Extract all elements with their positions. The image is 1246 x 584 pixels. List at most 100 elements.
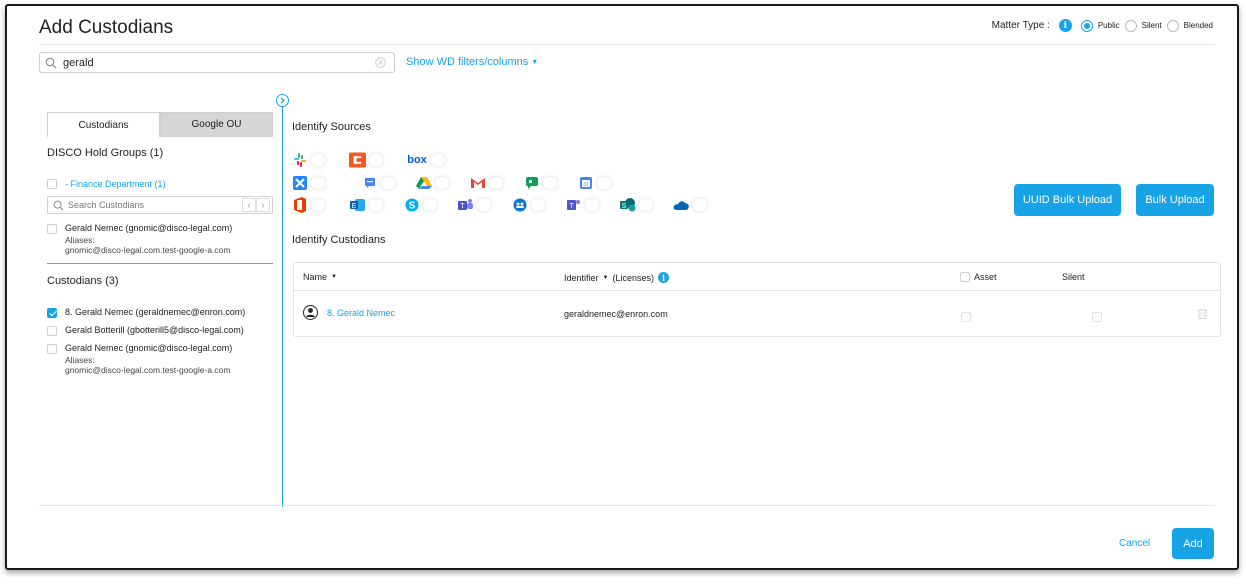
custodian-item[interactable]: 8. Gerald Nemec (geraldnemec@enron.com) bbox=[47, 307, 245, 318]
collapse-panel-button[interactable] bbox=[276, 94, 289, 107]
source-google-calendar[interactable]: 31 bbox=[577, 176, 612, 190]
row-asset-checkbox[interactable] bbox=[961, 312, 971, 322]
table-header-divider bbox=[294, 290, 1220, 291]
header-identifier[interactable]: Identifier ▼ (Licenses) i bbox=[564, 272, 669, 283]
row-identifier: geraldnemec@enron.com bbox=[564, 309, 668, 319]
group-checkbox[interactable] bbox=[47, 179, 57, 189]
slack-icon bbox=[291, 153, 308, 167]
header-name[interactable]: Name ▼ bbox=[303, 272, 337, 282]
teams-chat-toggle[interactable] bbox=[584, 198, 600, 212]
source-onedrive[interactable] bbox=[673, 198, 708, 212]
sharepoint-toggle[interactable] bbox=[638, 198, 654, 212]
row-name-link[interactable]: 8. Gerald Nemec bbox=[327, 308, 395, 318]
radio-public[interactable] bbox=[1080, 19, 1093, 32]
slack-toggle[interactable] bbox=[310, 153, 326, 167]
search-custodians-field[interactable]: Search Custodians ‹ › bbox=[47, 196, 273, 214]
source-gmail[interactable] bbox=[469, 176, 504, 190]
google-hangouts-toggle[interactable] bbox=[542, 176, 558, 190]
custodian-item[interactable]: Gerald Nemec (gnomic@disco-legal.com) Al… bbox=[47, 343, 232, 375]
left-divider bbox=[47, 263, 273, 264]
source-box[interactable]: box bbox=[406, 153, 446, 167]
add-button[interactable]: Add bbox=[1172, 528, 1214, 559]
asset-select-all-checkbox[interactable] bbox=[960, 272, 970, 282]
teams-toggle[interactable] bbox=[476, 198, 492, 212]
source-google-chat[interactable] bbox=[361, 176, 396, 190]
source-skype[interactable]: S bbox=[403, 198, 438, 212]
custodians-table: Name ▼ Identifier ▼ (Licenses) i Asset S… bbox=[293, 262, 1221, 337]
source-exchange[interactable]: E bbox=[349, 198, 384, 212]
info-icon[interactable]: i bbox=[1058, 19, 1072, 32]
header-name-label: Name bbox=[303, 272, 328, 282]
search-input[interactable] bbox=[63, 56, 375, 69]
custodian-checkbox[interactable] bbox=[47, 344, 57, 354]
trash-icon[interactable] bbox=[1198, 308, 1207, 319]
google-chat-toggle[interactable] bbox=[380, 176, 396, 190]
prev-page-icon[interactable]: ‹ bbox=[242, 198, 256, 212]
group-member-item[interactable]: Gerald Nemec (gnomic@disco-legal.com) Al… bbox=[47, 223, 232, 255]
group-member-checkbox[interactable] bbox=[47, 224, 57, 234]
google-chat-icon bbox=[361, 176, 378, 190]
office-toggle[interactable] bbox=[310, 198, 326, 212]
bulk-upload-button[interactable]: Bulk Upload bbox=[1136, 184, 1214, 216]
skype-toggle[interactable] bbox=[422, 198, 438, 212]
exchange-toggle[interactable] bbox=[368, 198, 384, 212]
panel-splitter[interactable] bbox=[282, 102, 283, 507]
group-item-label[interactable]: - Finance Department (1) bbox=[65, 179, 166, 189]
google-drive-toggle[interactable] bbox=[434, 176, 450, 190]
teams-chat-icon: T bbox=[565, 198, 582, 212]
google-drive-icon bbox=[415, 176, 432, 190]
identify-custodians-title: Identify Custodians bbox=[292, 234, 386, 246]
cancel-button[interactable]: Cancel bbox=[1119, 538, 1150, 549]
next-page-icon[interactable]: › bbox=[256, 198, 270, 212]
onedrive-toggle[interactable] bbox=[692, 198, 708, 212]
search-bar[interactable] bbox=[39, 52, 395, 73]
row-silent-checkbox[interactable] bbox=[1092, 312, 1103, 322]
header-identifier-label: Identifier bbox=[564, 272, 599, 283]
orange-c-toggle[interactable] bbox=[368, 153, 384, 167]
matter-type-selector: Matter Type : i Public Silent Blended bbox=[992, 19, 1213, 32]
source-jira[interactable] bbox=[291, 176, 326, 190]
group-item[interactable]: - Finance Department (1) bbox=[47, 179, 166, 189]
jira-toggle[interactable] bbox=[310, 176, 326, 190]
source-google-hangouts[interactable] bbox=[523, 176, 558, 190]
tab-google-ou[interactable]: Google OU bbox=[160, 112, 273, 137]
add-custodians-dialog: Add Custodians Matter Type : i Public Si… bbox=[5, 4, 1239, 570]
sources-row-3: E S T T S bbox=[291, 197, 727, 213]
box-toggle[interactable] bbox=[430, 153, 446, 167]
gmail-toggle[interactable] bbox=[488, 176, 504, 190]
source-orange-c[interactable] bbox=[349, 152, 384, 168]
header-licenses-label: (Licenses) bbox=[612, 272, 654, 283]
search-custodians-placeholder: Search Custodians bbox=[68, 200, 145, 210]
custodian-item[interactable]: Gerald Botterill (gbotterill5@disco-lega… bbox=[47, 325, 244, 336]
google-calendar-toggle[interactable] bbox=[596, 176, 612, 190]
sources-row-2: 31 bbox=[291, 176, 631, 190]
custodian-name: 8. Gerald Nemec (geraldnemec@enron.com) bbox=[65, 307, 246, 317]
footer-divider bbox=[39, 505, 1215, 506]
groups-toggle[interactable] bbox=[530, 198, 546, 212]
source-sharepoint[interactable]: S bbox=[619, 198, 654, 212]
uuid-bulk-upload-button[interactable]: UUID Bulk Upload bbox=[1014, 184, 1121, 216]
custodian-checkbox-checked[interactable] bbox=[47, 307, 57, 318]
tab-custodians[interactable]: Custodians bbox=[47, 112, 160, 137]
info-icon[interactable]: i bbox=[658, 272, 669, 283]
group-member-aliases: gnomic@disco-legal.com.test-google-a.com bbox=[65, 245, 231, 255]
radio-silent[interactable] bbox=[1124, 19, 1137, 32]
custodian-checkbox[interactable] bbox=[47, 325, 57, 336]
source-groups[interactable] bbox=[511, 198, 546, 212]
chevron-right-icon bbox=[280, 97, 285, 104]
source-slack[interactable] bbox=[291, 153, 326, 167]
group-member-name: Gerald Nemec (gnomic@disco-legal.com) bbox=[65, 223, 233, 233]
source-teams[interactable]: T bbox=[457, 198, 492, 212]
source-office[interactable] bbox=[291, 197, 326, 213]
svg-text:31: 31 bbox=[583, 182, 589, 188]
source-teams-chat[interactable]: T bbox=[565, 198, 600, 212]
show-filters-link[interactable]: Show WD filters/columns ▼ bbox=[406, 56, 538, 68]
dialog-title: Add Custodians bbox=[39, 17, 174, 38]
caret-down-icon: ▼ bbox=[602, 274, 609, 281]
clear-search-icon[interactable] bbox=[375, 57, 386, 68]
radio-blended[interactable] bbox=[1166, 19, 1179, 32]
custodian-name: Gerald Nemec (gnomic@disco-legal.com) bbox=[65, 343, 233, 353]
source-google-drive[interactable] bbox=[415, 176, 450, 190]
onedrive-icon bbox=[673, 198, 690, 212]
svg-text:S: S bbox=[621, 203, 626, 210]
